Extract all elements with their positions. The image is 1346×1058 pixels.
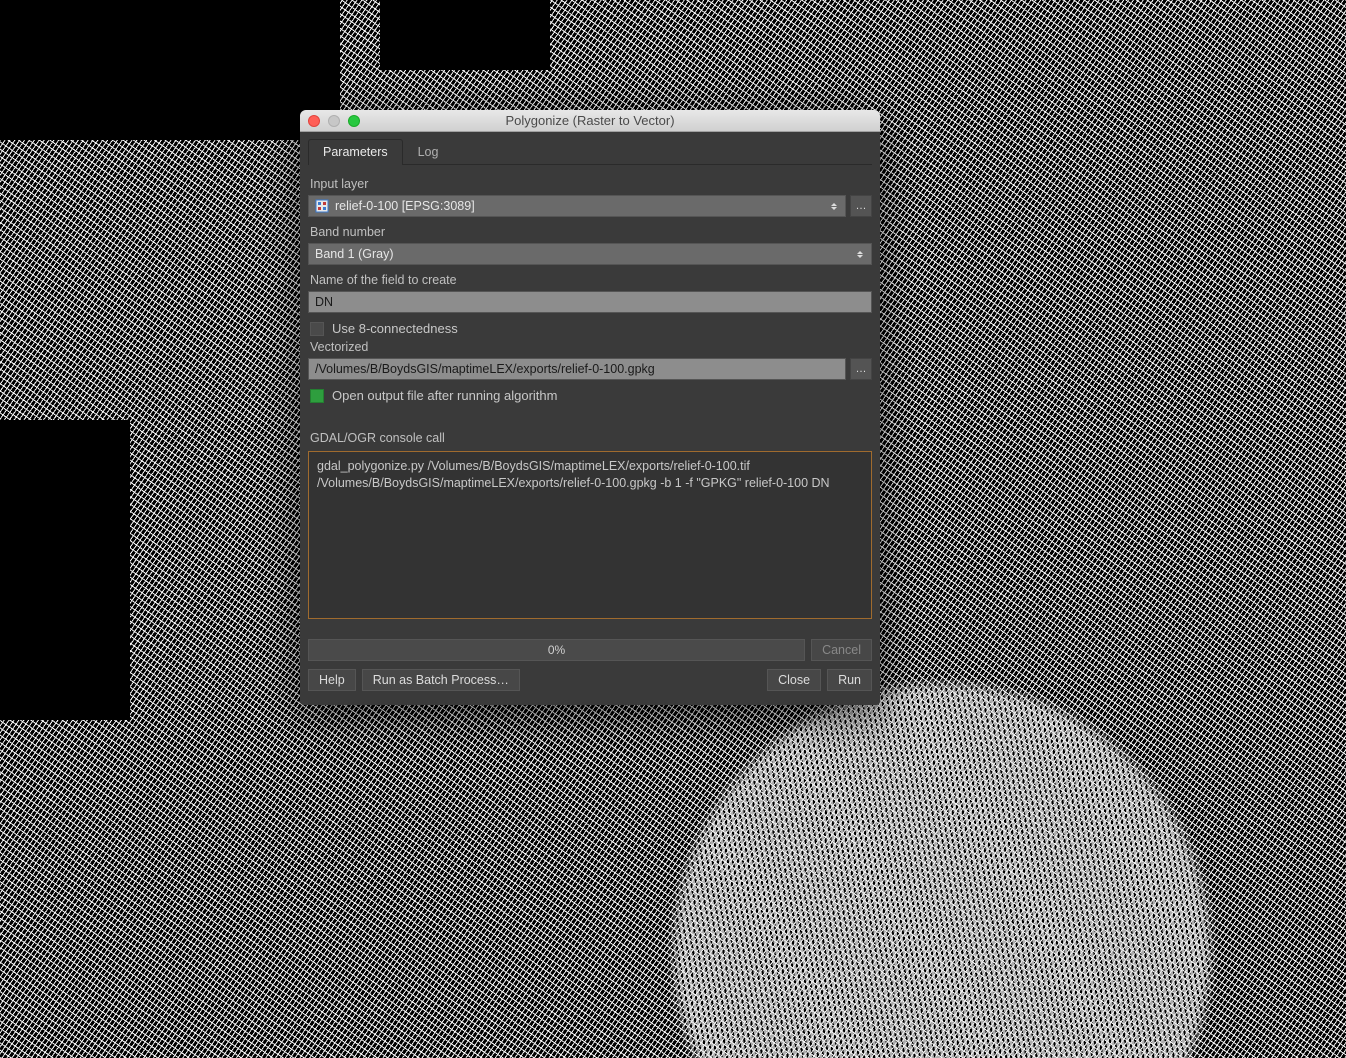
- open-output-checkbox[interactable]: [310, 389, 324, 403]
- footer-spacer: [526, 669, 761, 691]
- open-output-label: Open output file after running algorithm: [332, 388, 557, 403]
- vectorized-browse-button[interactable]: …: [850, 358, 872, 380]
- band-select[interactable]: Band 1 (Gray): [308, 243, 872, 265]
- bg-dark: [0, 420, 130, 720]
- field-name-label: Name of the field to create: [310, 273, 872, 287]
- vectorized-value: /Volumes/B/BoydsGIS/maptimeLEX/exports/r…: [315, 362, 655, 376]
- band-value: Band 1 (Gray): [315, 247, 394, 261]
- chevron-updown-icon: [853, 244, 867, 264]
- dialog-body: Parameters Log Input layer relief-0-100 …: [300, 132, 880, 705]
- input-layer-label: Input layer: [310, 177, 872, 191]
- tab-log[interactable]: Log: [403, 139, 454, 165]
- minimize-window-icon[interactable]: [328, 115, 340, 127]
- cancel-button: Cancel: [811, 639, 872, 661]
- input-layer-browse-button[interactable]: …: [850, 195, 872, 217]
- field-name-input[interactable]: DN: [308, 291, 872, 313]
- parameters-form: Input layer relief-0-100 [EPSG:3089] … B…: [308, 165, 872, 697]
- help-button[interactable]: Help: [308, 669, 356, 691]
- bg-dark: [380, 0, 550, 70]
- run-batch-button[interactable]: Run as Batch Process…: [362, 669, 520, 691]
- input-layer-select[interactable]: relief-0-100 [EPSG:3089]: [308, 195, 846, 217]
- zoom-window-icon[interactable]: [348, 115, 360, 127]
- band-label: Band number: [310, 225, 872, 239]
- input-layer-value: relief-0-100 [EPSG:3089]: [335, 199, 475, 213]
- bg-dark: [0, 0, 340, 140]
- tab-bar: Parameters Log: [308, 138, 872, 165]
- chevron-updown-icon: [827, 196, 841, 216]
- vectorized-label: Vectorized: [310, 340, 872, 354]
- run-button[interactable]: Run: [827, 669, 872, 691]
- progress-text: 0%: [548, 643, 565, 657]
- close-button[interactable]: Close: [767, 669, 821, 691]
- console-call-text[interactable]: gdal_polygonize.py /Volumes/B/BoydsGIS/m…: [308, 451, 872, 619]
- raster-layer-icon: [315, 199, 329, 213]
- console-call-label: GDAL/OGR console call: [310, 431, 872, 445]
- connectedness-label: Use 8-connectedness: [332, 321, 458, 336]
- open-output-row[interactable]: Open output file after running algorithm: [310, 388, 872, 403]
- window-title: Polygonize (Raster to Vector): [300, 113, 880, 128]
- connectedness-row[interactable]: Use 8-connectedness: [310, 321, 872, 336]
- titlebar[interactable]: Polygonize (Raster to Vector): [300, 110, 880, 132]
- tab-parameters[interactable]: Parameters: [308, 139, 403, 165]
- vectorized-output-input[interactable]: /Volumes/B/BoydsGIS/maptimeLEX/exports/r…: [308, 358, 846, 380]
- connectedness-checkbox[interactable]: [310, 322, 324, 336]
- traffic-lights: [300, 115, 360, 127]
- polygonize-dialog: Polygonize (Raster to Vector) Parameters…: [300, 110, 880, 705]
- close-window-icon[interactable]: [308, 115, 320, 127]
- field-name-value: DN: [315, 295, 333, 309]
- progress-bar: 0%: [308, 639, 805, 661]
